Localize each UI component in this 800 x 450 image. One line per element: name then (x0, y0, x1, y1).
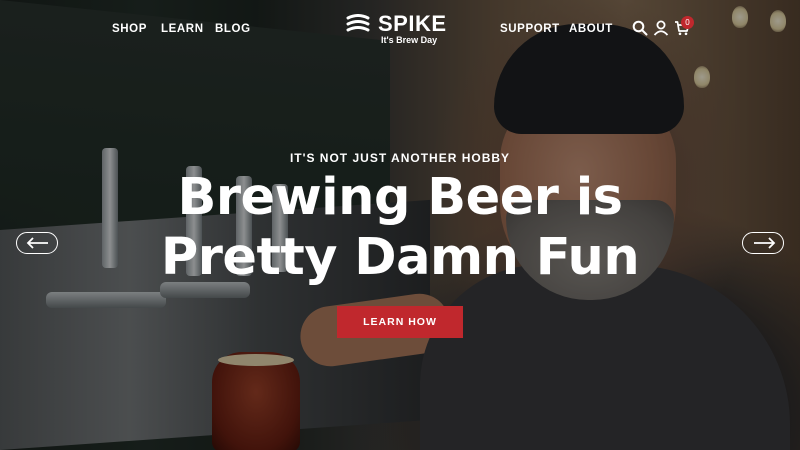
arrow-left-icon (26, 237, 48, 249)
brand-name: SPIKE (378, 11, 447, 36)
hero-headline: Brewing Beer is Pretty Damn Fun (0, 168, 800, 288)
brand-tagline: It's Brew Day (381, 35, 438, 45)
brand-logo[interactable]: SPIKE It's Brew Day (346, 11, 456, 47)
hero-headline-line-1: Brewing Beer is (177, 168, 623, 227)
nav-shop[interactable]: SHOP (112, 23, 147, 35)
cart-count-badge: 0 (681, 16, 694, 29)
arrow-right-icon (754, 237, 776, 249)
nav-blog[interactable]: BLOG (215, 23, 251, 35)
spike-wave-logo-icon (346, 14, 370, 32)
nav-about[interactable]: ABOUT (569, 23, 613, 35)
learn-how-button[interactable]: LEARN HOW (337, 306, 463, 338)
nav-support[interactable]: SUPPORT (500, 23, 560, 35)
user-icon[interactable] (653, 20, 671, 38)
hero-headline-line-2: Pretty Damn Fun (160, 228, 640, 287)
hero-eyebrow: IT'S NOT JUST ANOTHER HOBBY (289, 151, 511, 165)
nav-learn[interactable]: LEARN (161, 23, 204, 35)
search-icon[interactable] (632, 20, 650, 38)
slider-prev-button[interactable] (16, 232, 58, 254)
slider-next-button[interactable] (742, 232, 784, 254)
site-header: SHOP LEARN BLOG SPIKE It's Brew Day SUPP… (0, 0, 800, 58)
